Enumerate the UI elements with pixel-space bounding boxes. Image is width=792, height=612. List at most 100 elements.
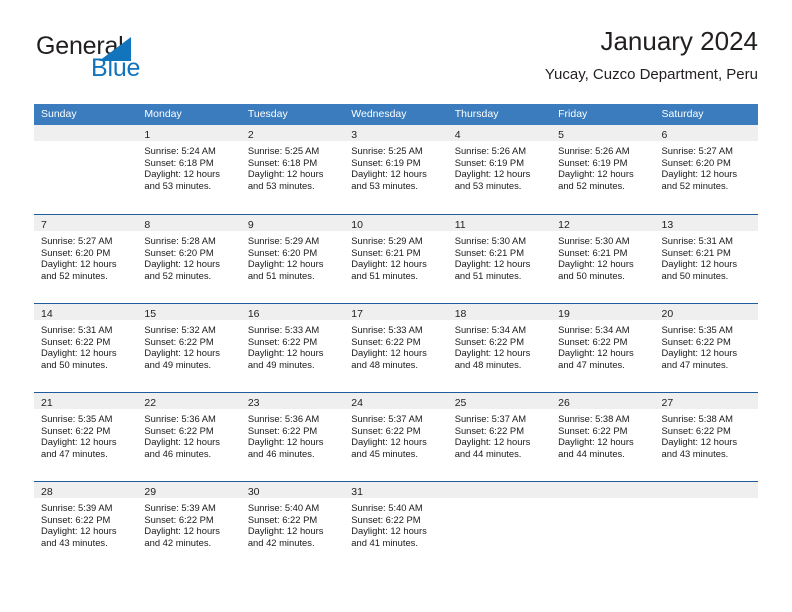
daylight-text-line1: Daylight: 12 hours [558,168,634,180]
sunset-text: Sunset: 6:21 PM [661,246,731,258]
calendar-day-cell[interactable]: 24 Sunrise: 5:37 AM Sunset: 6:22 PM Dayligh… [344,393,448,481]
calendar-day-cell[interactable]: 13 Sunrise: 5:31 AM Sunset: 6:21 PM Dayligh… [654,215,758,303]
day-details: Sunrise: 5:38 AM Sunset: 6:22 PM Daylight:… [551,409,654,459]
day-number: 28 [41,486,53,498]
calendar-day-cell[interactable]: 5 Sunrise: 5:26 AM Sunset: 6:19 PM Daylight… [551,125,655,214]
weekday-header-thursday: Thursday [454,108,499,120]
day-details: Sunrise: 5:31 AM Sunset: 6:21 PM Daylight:… [655,231,758,281]
calendar-day-cell[interactable]: 15 Sunrise: 5:32 AM Sunset: 6:22 PM Dayligh… [137,304,241,392]
calendar-day-cell[interactable]: 16 Sunrise: 5:33 AM Sunset: 6:22 PM Dayligh… [240,304,345,392]
daylight-text-line2: and 49 minutes. [144,358,212,370]
weekday-header-tuesday: Tuesday [247,108,288,120]
calendar-day-cell[interactable]: 31 Sunrise: 5:40 AM Sunset: 6:22 PM Dayligh… [344,482,448,570]
calendar-week-row: 21 Sunrise: 5:35 AM Sunset: 6:22 PM Dayligh… [34,392,758,481]
day-details: Sunrise: 5:37 AM Sunset: 6:22 PM Daylight:… [448,409,551,459]
daylight-text-line1: Daylight: 12 hours [144,436,220,448]
day-details: Sunrise: 5:37 AM Sunset: 6:22 PM Daylight:… [344,409,447,459]
sunset-text: Sunset: 6:22 PM [41,424,111,436]
sunset-text: Sunset: 6:22 PM [661,424,731,436]
calendar-day-cell[interactable]: 4 Sunrise: 5:26 AM Sunset: 6:19 PM Daylight… [447,125,552,214]
day-details: Sunrise: 5:26 AM Sunset: 6:19 PM Daylight:… [448,141,551,191]
day-number: 1 [144,129,151,141]
daylight-text-line1: Daylight: 12 hours [247,168,324,180]
page-header: General Blue January 2024 Yucay, Cuzco D… [34,24,758,96]
daylight-text-line2: and 47 minutes. [661,358,729,370]
day-number-band: 3 [344,125,448,141]
day-number-band: 20 [654,304,758,320]
sunset-text: Sunset: 6:22 PM [144,424,214,436]
sunset-text: Sunset: 6:19 PM [351,156,421,168]
daylight-text-line2: and 49 minutes. [247,358,315,370]
day-number: 8 [144,219,151,231]
calendar-day-cell[interactable]: 20 Sunrise: 5:35 AM Sunset: 6:22 PM Dayligh… [654,304,758,392]
weekday-header-sunday: Sunday [41,108,77,120]
day-details: Sunrise: 5:39 AM Sunset: 6:22 PM Daylight:… [137,498,240,548]
daylight-text-line1: Daylight: 12 hours [558,258,634,270]
calendar-day-cell[interactable]: 17 Sunrise: 5:33 AM Sunset: 6:22 PM Dayligh… [344,304,448,392]
calendar-day-cell[interactable]: 30 Sunrise: 5:40 AM Sunset: 6:22 PM Dayligh… [240,482,345,570]
sunrise-text: Sunrise: 5:31 AM [41,324,113,335]
calendar-day-cell[interactable]: 7 Sunrise: 5:27 AM Sunset: 6:20 PM Daylight… [34,215,138,303]
calendar-day-cell[interactable]: 22 Sunrise: 5:36 AM Sunset: 6:22 PM Dayligh… [137,393,241,481]
day-number: 11 [454,219,466,231]
calendar-day-cell[interactable]: 1 Sunrise: 5:24 AM Sunset: 6:18 PM Daylight… [137,125,241,214]
day-number: 12 [558,219,570,231]
sunrise-text: Sunrise: 5:26 AM [558,145,630,156]
day-number: 19 [558,308,570,320]
day-details: Sunrise: 5:40 AM Sunset: 6:22 PM Daylight:… [344,498,447,548]
calendar-day-cell[interactable]: 28 Sunrise: 5:39 AM Sunset: 6:22 PM Dayligh… [34,482,138,570]
day-number: 10 [351,219,363,231]
day-number-band: 16 [240,304,345,320]
day-number: 29 [144,486,157,498]
day-details [551,498,654,502]
calendar-day-cell[interactable]: 25 Sunrise: 5:37 AM Sunset: 6:22 PM Dayligh… [447,393,552,481]
day-details: Sunrise: 5:39 AM Sunset: 6:22 PM Daylight:… [34,498,137,548]
day-number: 3 [351,129,358,141]
calendar-day-cell[interactable]: 29 Sunrise: 5:39 AM Sunset: 6:22 PM Dayligh… [137,482,241,570]
calendar-day-cell[interactable]: 18 Sunrise: 5:34 AM Sunset: 6:22 PM Dayligh… [447,304,552,392]
calendar-day-cell[interactable]: 19 Sunrise: 5:34 AM Sunset: 6:22 PM Dayligh… [551,304,655,392]
daylight-text-line1: Daylight: 12 hours [454,347,531,359]
day-number-band: 27 [654,393,758,409]
sunset-text: Sunset: 6:22 PM [454,424,524,436]
daylight-text-line2: and 53 minutes. [351,179,418,191]
calendar-day-cell[interactable]: 2 Sunrise: 5:25 AM Sunset: 6:18 PM Daylight… [240,125,345,214]
calendar-day-cell[interactable]: 26 Sunrise: 5:38 AM Sunset: 6:22 PM Dayligh… [551,393,655,481]
calendar-day-cell[interactable]: 10 Sunrise: 5:29 AM Sunset: 6:21 PM Dayligh… [344,215,448,303]
calendar-day-cell[interactable]: 14 Sunrise: 5:31 AM Sunset: 6:22 PM Dayligh… [34,304,138,392]
weekday-header-wednesday: Wednesday [351,108,407,120]
day-details: Sunrise: 5:31 AM Sunset: 6:22 PM Daylight:… [34,320,137,370]
sunrise-text: Sunrise: 5:37 AM [351,413,423,424]
sunset-text: Sunset: 6:22 PM [661,335,731,347]
daylight-text-line1: Daylight: 12 hours [144,258,220,270]
general-blue-logo[interactable]: General Blue [34,34,214,90]
sunrise-text: Sunrise: 5:38 AM [558,413,630,424]
sunrise-text: Sunrise: 5:36 AM [144,413,216,424]
daylight-text-line1: Daylight: 12 hours [661,436,738,448]
calendar-day-cell[interactable]: 6 Sunrise: 5:27 AM Sunset: 6:20 PM Daylight… [654,125,758,214]
day-details: Sunrise: 5:28 AM Sunset: 6:20 PM Daylight:… [137,231,240,281]
daylight-text-line2: and 43 minutes. [661,447,729,459]
day-number-band: 24 [344,393,448,409]
calendar-day-cell[interactable]: 12 Sunrise: 5:30 AM Sunset: 6:21 PM Dayligh… [551,215,655,303]
calendar-day-cell[interactable]: 3 Sunrise: 5:25 AM Sunset: 6:19 PM Daylight… [344,125,448,214]
day-details: Sunrise: 5:27 AM Sunset: 6:20 PM Daylight:… [655,141,758,191]
calendar-day-cell[interactable]: 9 Sunrise: 5:29 AM Sunset: 6:20 PM Daylight… [240,215,345,303]
sunset-text: Sunset: 6:19 PM [558,156,628,168]
calendar-day-cell[interactable]: 21 Sunrise: 5:35 AM Sunset: 6:22 PM Dayligh… [34,393,138,481]
sunrise-text: Sunrise: 5:24 AM [144,145,216,156]
day-number: 22 [144,397,157,409]
day-number-band: 4 [447,125,552,141]
daylight-text-line2: and 46 minutes. [247,447,315,459]
calendar-day-cell[interactable]: 11 Sunrise: 5:30 AM Sunset: 6:21 PM Dayligh… [447,215,552,303]
day-details: Sunrise: 5:35 AM Sunset: 6:22 PM Daylight:… [655,320,758,370]
daylight-text-line2: and 45 minutes. [351,447,418,459]
calendar-day-cell[interactable]: 8 Sunrise: 5:28 AM Sunset: 6:20 PM Daylight… [137,215,241,303]
day-number: 30 [247,486,260,498]
daylight-text-line1: Daylight: 12 hours [41,436,117,448]
sunrise-text: Sunrise: 5:29 AM [247,235,320,246]
sunset-text: Sunset: 6:21 PM [454,246,524,258]
daylight-text-line2: and 43 minutes. [41,536,108,548]
calendar-day-cell[interactable]: 23 Sunrise: 5:36 AM Sunset: 6:22 PM Dayligh… [240,393,345,481]
calendar-day-cell[interactable]: 27 Sunrise: 5:38 AM Sunset: 6:22 PM Dayligh… [654,393,758,481]
